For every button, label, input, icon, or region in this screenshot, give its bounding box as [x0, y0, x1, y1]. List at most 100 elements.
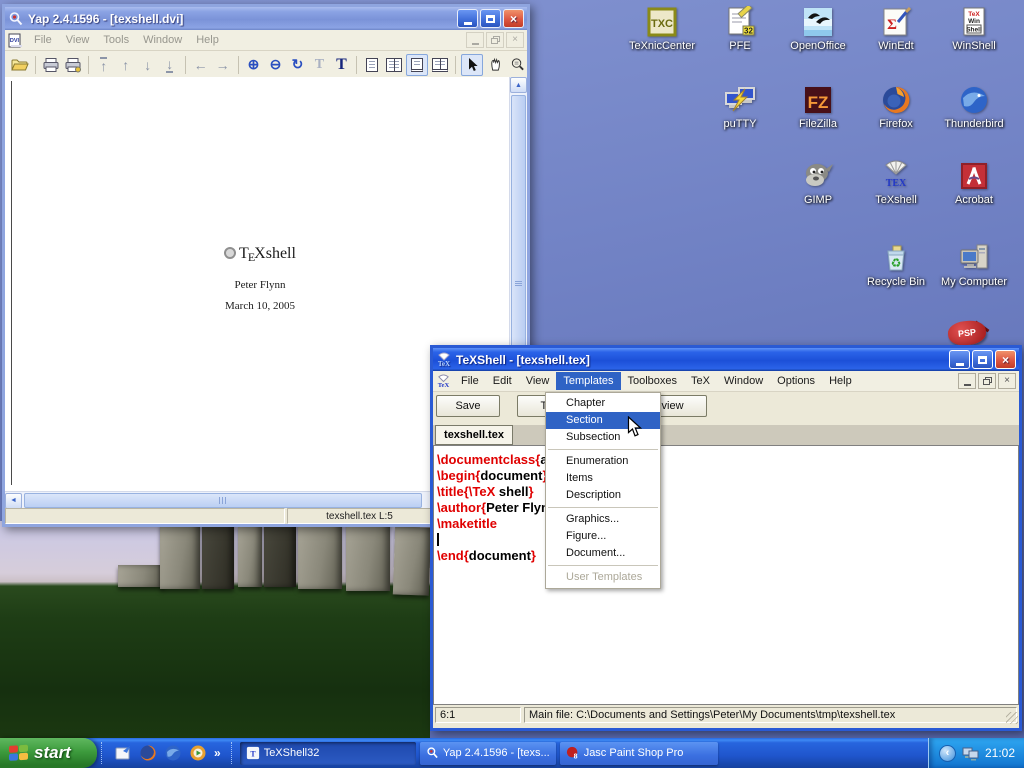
yap-menu-help[interactable]: Help: [189, 31, 226, 49]
desktop-icon-texniccenter[interactable]: TXC TeXnicCenter: [624, 6, 700, 52]
mdi-restore-button[interactable]: [978, 373, 996, 389]
menu-item-enumeration[interactable]: Enumeration: [546, 453, 660, 470]
stone: [346, 521, 390, 591]
print-icon[interactable]: [41, 55, 61, 75]
code-line[interactable]: \author{Peter Flynn}: [437, 500, 1018, 516]
taskbar-button-paint-shop-pro[interactable]: 8 Jasc Paint Shop Pro: [560, 742, 718, 765]
desktop-icon-winedt[interactable]: Σ WinEdt: [858, 6, 934, 52]
media-player-icon[interactable]: [189, 744, 207, 762]
yap-titlebar[interactable]: Yap 2.4.1596 - [texshell.dvi] ×: [5, 7, 527, 30]
yap-menu-file[interactable]: File: [27, 31, 59, 49]
yap-mdi-minimize-button[interactable]: [466, 32, 484, 48]
desktop-icon-firefox[interactable]: Firefox: [858, 84, 934, 130]
zoom-out-icon[interactable]: ⊖: [265, 55, 285, 75]
clock[interactable]: 21:02: [985, 746, 1015, 760]
yap-mdi-close-button[interactable]: ×: [506, 32, 524, 48]
desktop-icon-acrobat[interactable]: Acrobat: [936, 160, 1012, 206]
text-render-icon[interactable]: T: [331, 55, 351, 75]
texshell-titlebar[interactable]: TeX TeXShell - [texshell.tex] ×: [433, 348, 1019, 371]
open-file-icon[interactable]: [10, 55, 30, 75]
quicklaunch-more-chevron[interactable]: »: [214, 746, 221, 760]
hand-tool-icon[interactable]: [485, 55, 505, 75]
menu-templates[interactable]: Templates: [556, 372, 620, 390]
next-page-icon[interactable]: ↓: [138, 55, 158, 75]
mdi-minimize-button[interactable]: [958, 373, 976, 389]
taskbar-button-texshell32[interactable]: T TeXShell32: [240, 742, 416, 765]
tab-texshell-tex[interactable]: texshell.tex: [435, 425, 513, 445]
menu-toolboxes[interactable]: Toolboxes: [621, 372, 685, 390]
menu-window[interactable]: Window: [717, 372, 770, 390]
zoom-in-icon[interactable]: ⊕: [243, 55, 263, 75]
code-line[interactable]: \documentclass{article}: [437, 452, 1018, 468]
pointer-tool-icon[interactable]: [461, 54, 483, 76]
firefox-quicklaunch-icon[interactable]: [139, 744, 157, 762]
menu-item-document[interactable]: Document...: [546, 545, 660, 562]
continuous-facing-view-icon[interactable]: [430, 55, 450, 75]
desktop-icon-texshell[interactable]: TEX TeXshell: [858, 160, 934, 206]
start-button[interactable]: start: [0, 738, 97, 768]
yap-menu-window[interactable]: Window: [136, 31, 189, 49]
yap-close-button[interactable]: ×: [503, 9, 524, 28]
previous-page-icon[interactable]: ↑: [116, 55, 136, 75]
menu-file[interactable]: File: [454, 372, 486, 390]
yap-menu-view[interactable]: View: [59, 31, 97, 49]
desktop-icon-openoffice[interactable]: OpenOffice: [780, 6, 856, 52]
desktop-icon-thunderbird[interactable]: Thunderbird: [936, 84, 1012, 130]
menu-item-subsection[interactable]: Subsection: [546, 429, 660, 446]
resize-grip[interactable]: [1006, 712, 1018, 724]
print-setup-icon[interactable]: [63, 55, 83, 75]
templates-dropdown-menu: Chapter Section Subsection Enumeration I…: [545, 392, 661, 589]
desktop-icon-winshell[interactable]: TeXWinShell WinShell: [936, 6, 1012, 52]
magnifier-tool-icon[interactable]: [507, 55, 527, 75]
code-line[interactable]: \end{document}: [437, 548, 1018, 564]
facing-pages-view-icon[interactable]: [384, 55, 404, 75]
menu-item-section[interactable]: Section: [546, 412, 660, 429]
forward-icon[interactable]: →: [213, 55, 233, 75]
menu-edit[interactable]: Edit: [486, 372, 519, 390]
code-line[interactable]: \begin{document}: [437, 468, 1018, 484]
menu-help[interactable]: Help: [822, 372, 859, 390]
desktop-icon-recycle-bin[interactable]: ♻ Recycle Bin: [858, 242, 934, 288]
menu-view[interactable]: View: [519, 372, 557, 390]
texshell-close-button[interactable]: ×: [995, 350, 1016, 369]
last-page-icon[interactable]: ↓: [160, 55, 180, 75]
menu-item-figure[interactable]: Figure...: [546, 528, 660, 545]
refresh-icon[interactable]: ↻: [287, 55, 307, 75]
desktop-icon-putty[interactable]: puTTY: [702, 84, 778, 130]
code-line-caret[interactable]: [437, 532, 1018, 548]
mdi-close-button[interactable]: ×: [998, 373, 1016, 389]
code-line[interactable]: \maketitle: [437, 516, 1018, 532]
first-page-icon[interactable]: ↑: [94, 55, 114, 75]
taskbar-button-yap[interactable]: Yap 2.4.1596 - [texs...: [420, 742, 556, 765]
continuous-view-icon[interactable]: [406, 54, 428, 76]
scroll-up-button[interactable]: ▲: [510, 77, 527, 93]
code-line[interactable]: \title{\TeX shell}: [437, 484, 1018, 500]
desktop-icon-filezilla[interactable]: FZ FileZilla: [780, 84, 856, 130]
horizontal-scroll-thumb[interactable]: [24, 493, 422, 508]
network-status-icon[interactable]: [962, 746, 979, 761]
desktop-icon-pfe[interactable]: 32 PFE: [702, 6, 778, 52]
single-page-view-icon[interactable]: [362, 55, 382, 75]
save-button[interactable]: Save: [436, 395, 500, 417]
texshell-minimize-button[interactable]: [949, 350, 970, 369]
menu-item-description[interactable]: Description: [546, 487, 660, 504]
text-select-tool-icon[interactable]: T: [309, 55, 329, 75]
yap-menu-tools[interactable]: Tools: [96, 31, 136, 49]
desktop-icon-gimp[interactable]: GIMP: [780, 160, 856, 206]
texshell-maximize-button[interactable]: [972, 350, 993, 369]
menu-tex[interactable]: TeX: [684, 372, 717, 390]
yap-minimize-button[interactable]: [457, 9, 478, 28]
show-desktop-icon[interactable]: [114, 744, 132, 762]
yap-mdi-restore-button[interactable]: [486, 32, 504, 48]
menu-item-chapter[interactable]: Chapter: [546, 395, 660, 412]
menu-options[interactable]: Options: [770, 372, 822, 390]
code-editor[interactable]: \documentclass{article} \begin{document}…: [433, 445, 1019, 705]
menu-item-graphics[interactable]: Graphics...: [546, 511, 660, 528]
desktop-icon-my-computer[interactable]: My Computer: [936, 242, 1012, 288]
back-icon[interactable]: ←: [191, 55, 211, 75]
yap-maximize-button[interactable]: [480, 9, 501, 28]
scroll-left-button[interactable]: ◄: [5, 493, 22, 509]
tray-collapse-chevron[interactable]: ‹: [939, 745, 956, 762]
thunderbird-quicklaunch-icon[interactable]: [164, 744, 182, 762]
menu-item-items[interactable]: Items: [546, 470, 660, 487]
